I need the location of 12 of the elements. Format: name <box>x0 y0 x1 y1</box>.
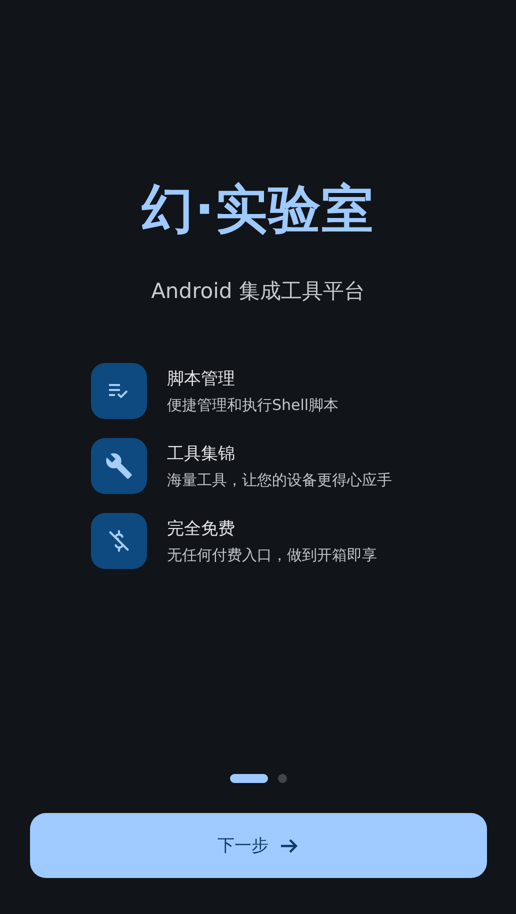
feature-title: 工具集锦 <box>167 442 236 464</box>
next-button[interactable]: 下一步 <box>30 813 486 878</box>
feature-title: 脚本管理 <box>167 368 236 390</box>
feature-description: 无任何付费入口，做到开箱即享 <box>167 544 377 564</box>
feature-title: 完全免费 <box>167 518 236 540</box>
feature-description: 便捷管理和执行Shell脚本 <box>167 394 339 414</box>
feature-description: 海量工具，让您的设备更得心应手 <box>167 470 392 490</box>
no-dollar-icon <box>106 528 132 554</box>
wrench-icon <box>105 452 133 480</box>
checklist-icon <box>108 383 130 399</box>
app-subtitle: Android 集成工具平台 <box>151 278 365 305</box>
app-title: 幻·实验室 <box>142 179 374 242</box>
